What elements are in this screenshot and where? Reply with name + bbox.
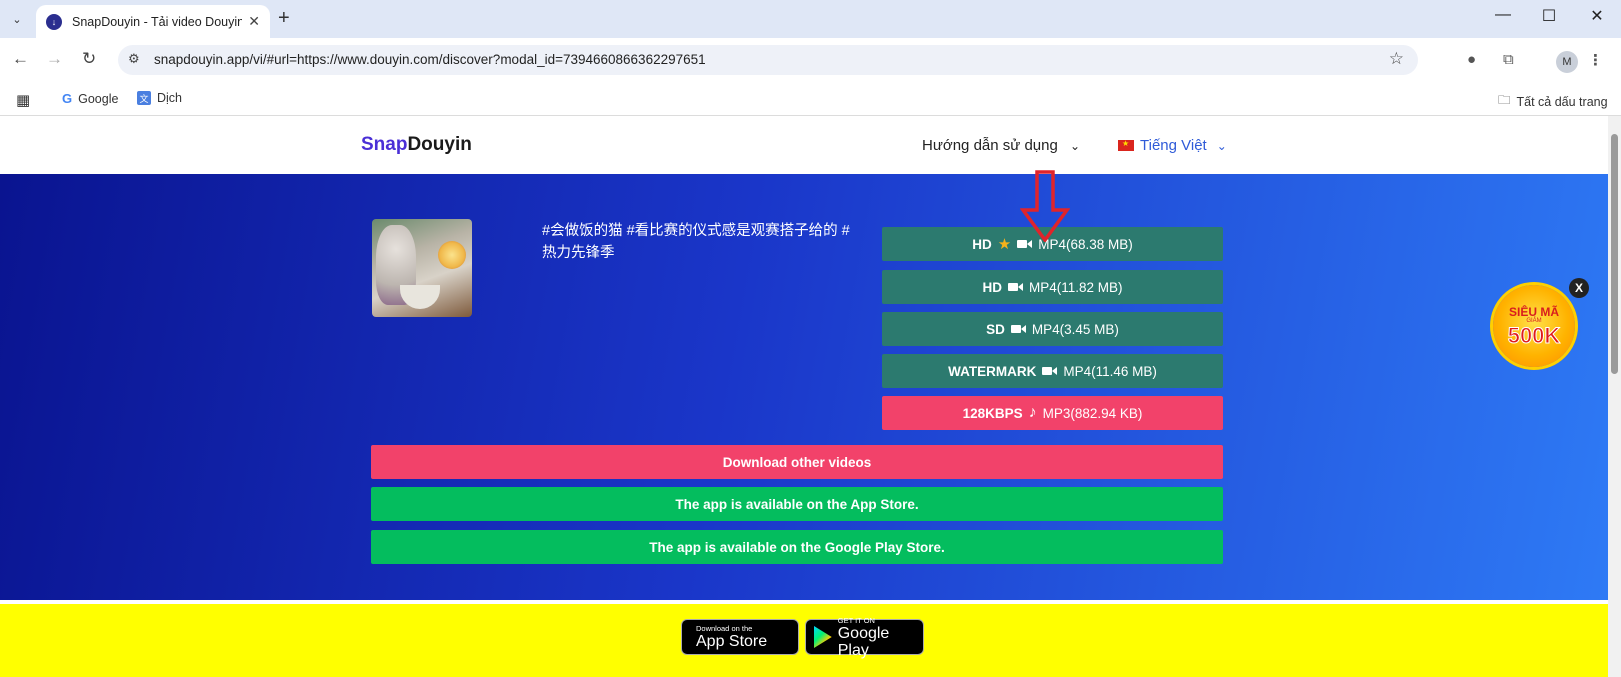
all-bookmarks-label: Tất cả dấu trang xyxy=(1516,94,1608,109)
download-watermark-button[interactable]: WATERMARK MP4(11.46 MB) xyxy=(882,354,1223,388)
minimize-icon[interactable]: — xyxy=(1480,6,1526,24)
video-camera-icon xyxy=(1007,282,1023,292)
chevron-down-icon: ⌄ xyxy=(1216,138,1227,153)
site-logo[interactable]: SnapDouyin xyxy=(361,134,472,156)
forward-icon[interactable]: → xyxy=(46,49,63,69)
promo-close-button[interactable]: X xyxy=(1569,278,1589,298)
vietnam-flag-icon xyxy=(1118,139,1134,151)
language-dropdown[interactable]: Tiếng Việt ⌄ xyxy=(1118,137,1227,154)
star-icon: ★ xyxy=(997,236,1012,253)
video-camera-icon xyxy=(1042,366,1058,376)
browser-toolbar: ← → ↻ ⚙ snapdouyin.app/vi/#url=https://w… xyxy=(0,38,1621,82)
translate-icon: 文 xyxy=(137,91,151,105)
store-badges-bar: Download on the App Store GET IT ON Goog… xyxy=(0,604,1608,677)
site-info-icon[interactable]: ⚙ xyxy=(128,51,140,67)
browser-tab[interactable]: ↓ SnapDouyin - Tải video Douyin ✕ xyxy=(36,5,270,38)
back-icon[interactable]: ← xyxy=(12,49,29,69)
google-play-badge[interactable]: GET IT ON Google Play xyxy=(805,616,924,659)
google-play-icon xyxy=(814,626,832,648)
video-thumbnail xyxy=(372,219,472,317)
bookmark-label: Google xyxy=(78,91,119,106)
annotation-arrow-down-icon xyxy=(1020,170,1070,242)
bookmark-label: Dịch xyxy=(157,91,183,105)
bookmarks-bar: ▦ G Google 文 Dịch 🗀 Tất cả dấu trang xyxy=(0,82,1621,116)
google-icon: G xyxy=(62,91,73,106)
video-camera-icon xyxy=(1010,324,1026,334)
address-bar[interactable]: ⚙ snapdouyin.app/vi/#url=https://www.dou… xyxy=(118,45,1418,75)
app-store-badge[interactable]: Download on the App Store xyxy=(681,619,799,655)
new-tab-icon[interactable]: + xyxy=(278,7,290,30)
video-caption: #会做饭的猫 #看比赛的仪式感是观赛搭子给的 #热力先锋季 xyxy=(542,223,850,261)
tab-title: SnapDouyin - Tải video Douyin xyxy=(72,14,242,29)
tab-close-icon[interactable]: ✕ xyxy=(248,13,260,30)
download-panel: #会做饭的猫 #看比赛的仪式感是观赛搭子给的 #热力先锋季 HD ★ MP4(6… xyxy=(0,174,1608,600)
apps-grid-icon[interactable]: ▦ xyxy=(16,91,30,109)
reload-icon[interactable]: ↻ xyxy=(82,49,96,69)
page-scrollbar[interactable] xyxy=(1608,116,1621,677)
extension-avatar-icon[interactable]: ● xyxy=(1467,51,1476,68)
download-other-videos-button[interactable]: Download other videos xyxy=(371,445,1223,479)
folder-icon: 🗀 xyxy=(1498,93,1511,107)
web-page: SnapDouyin Hướng dẫn sử dụng ⌄ Tiếng Việ… xyxy=(0,116,1608,677)
play-store-button[interactable]: The app is available on the Google Play … xyxy=(371,530,1223,564)
chevron-down-icon: ⌄ xyxy=(1070,139,1081,153)
snapdouyin-favicon-icon: ↓ xyxy=(46,13,62,30)
extensions-puzzle-icon[interactable]: ⧉ xyxy=(1503,51,1514,68)
app-store-button[interactable]: The app is available on the App Store. xyxy=(371,487,1223,521)
menu-kebab-icon[interactable]: ⋮ xyxy=(1588,51,1603,69)
profile-avatar[interactable]: M xyxy=(1556,51,1578,73)
maximize-icon[interactable]: ☐ xyxy=(1526,6,1572,26)
download-hd-button[interactable]: HD MP4(11.82 MB) xyxy=(882,270,1223,304)
download-sd-button[interactable]: SD MP4(3.45 MB) xyxy=(882,312,1223,346)
tab-search-chevron-icon[interactable]: ⌄ xyxy=(6,8,28,30)
all-bookmarks[interactable]: 🗀 Tất cả dấu trang xyxy=(1498,91,1608,112)
nav-guide-dropdown[interactable]: Hướng dẫn sử dụng ⌄ xyxy=(922,137,1080,154)
promo-badge[interactable]: SIÊU MÃ GIẢM 500K xyxy=(1493,285,1575,367)
download-mp3-button[interactable]: 128KBPS ♪ MP3(882.94 KB) xyxy=(882,396,1223,430)
bookmark-star-icon[interactable]: ☆ xyxy=(1389,49,1404,69)
site-header: SnapDouyin Hướng dẫn sử dụng ⌄ Tiếng Việ… xyxy=(0,116,1608,174)
tab-strip: ⌄ ↓ SnapDouyin - Tải video Douyin ✕ + — … xyxy=(0,0,1621,38)
music-note-icon: ♪ xyxy=(1028,404,1037,421)
scrollbar-thumb[interactable] xyxy=(1611,134,1618,374)
bookmark-translate[interactable]: 文 Dịch xyxy=(137,91,182,105)
window-close-icon[interactable]: ✕ xyxy=(1574,6,1620,26)
url-text[interactable]: snapdouyin.app/vi/#url=https://www.douyi… xyxy=(154,52,706,67)
bookmark-google[interactable]: G Google xyxy=(62,91,118,106)
